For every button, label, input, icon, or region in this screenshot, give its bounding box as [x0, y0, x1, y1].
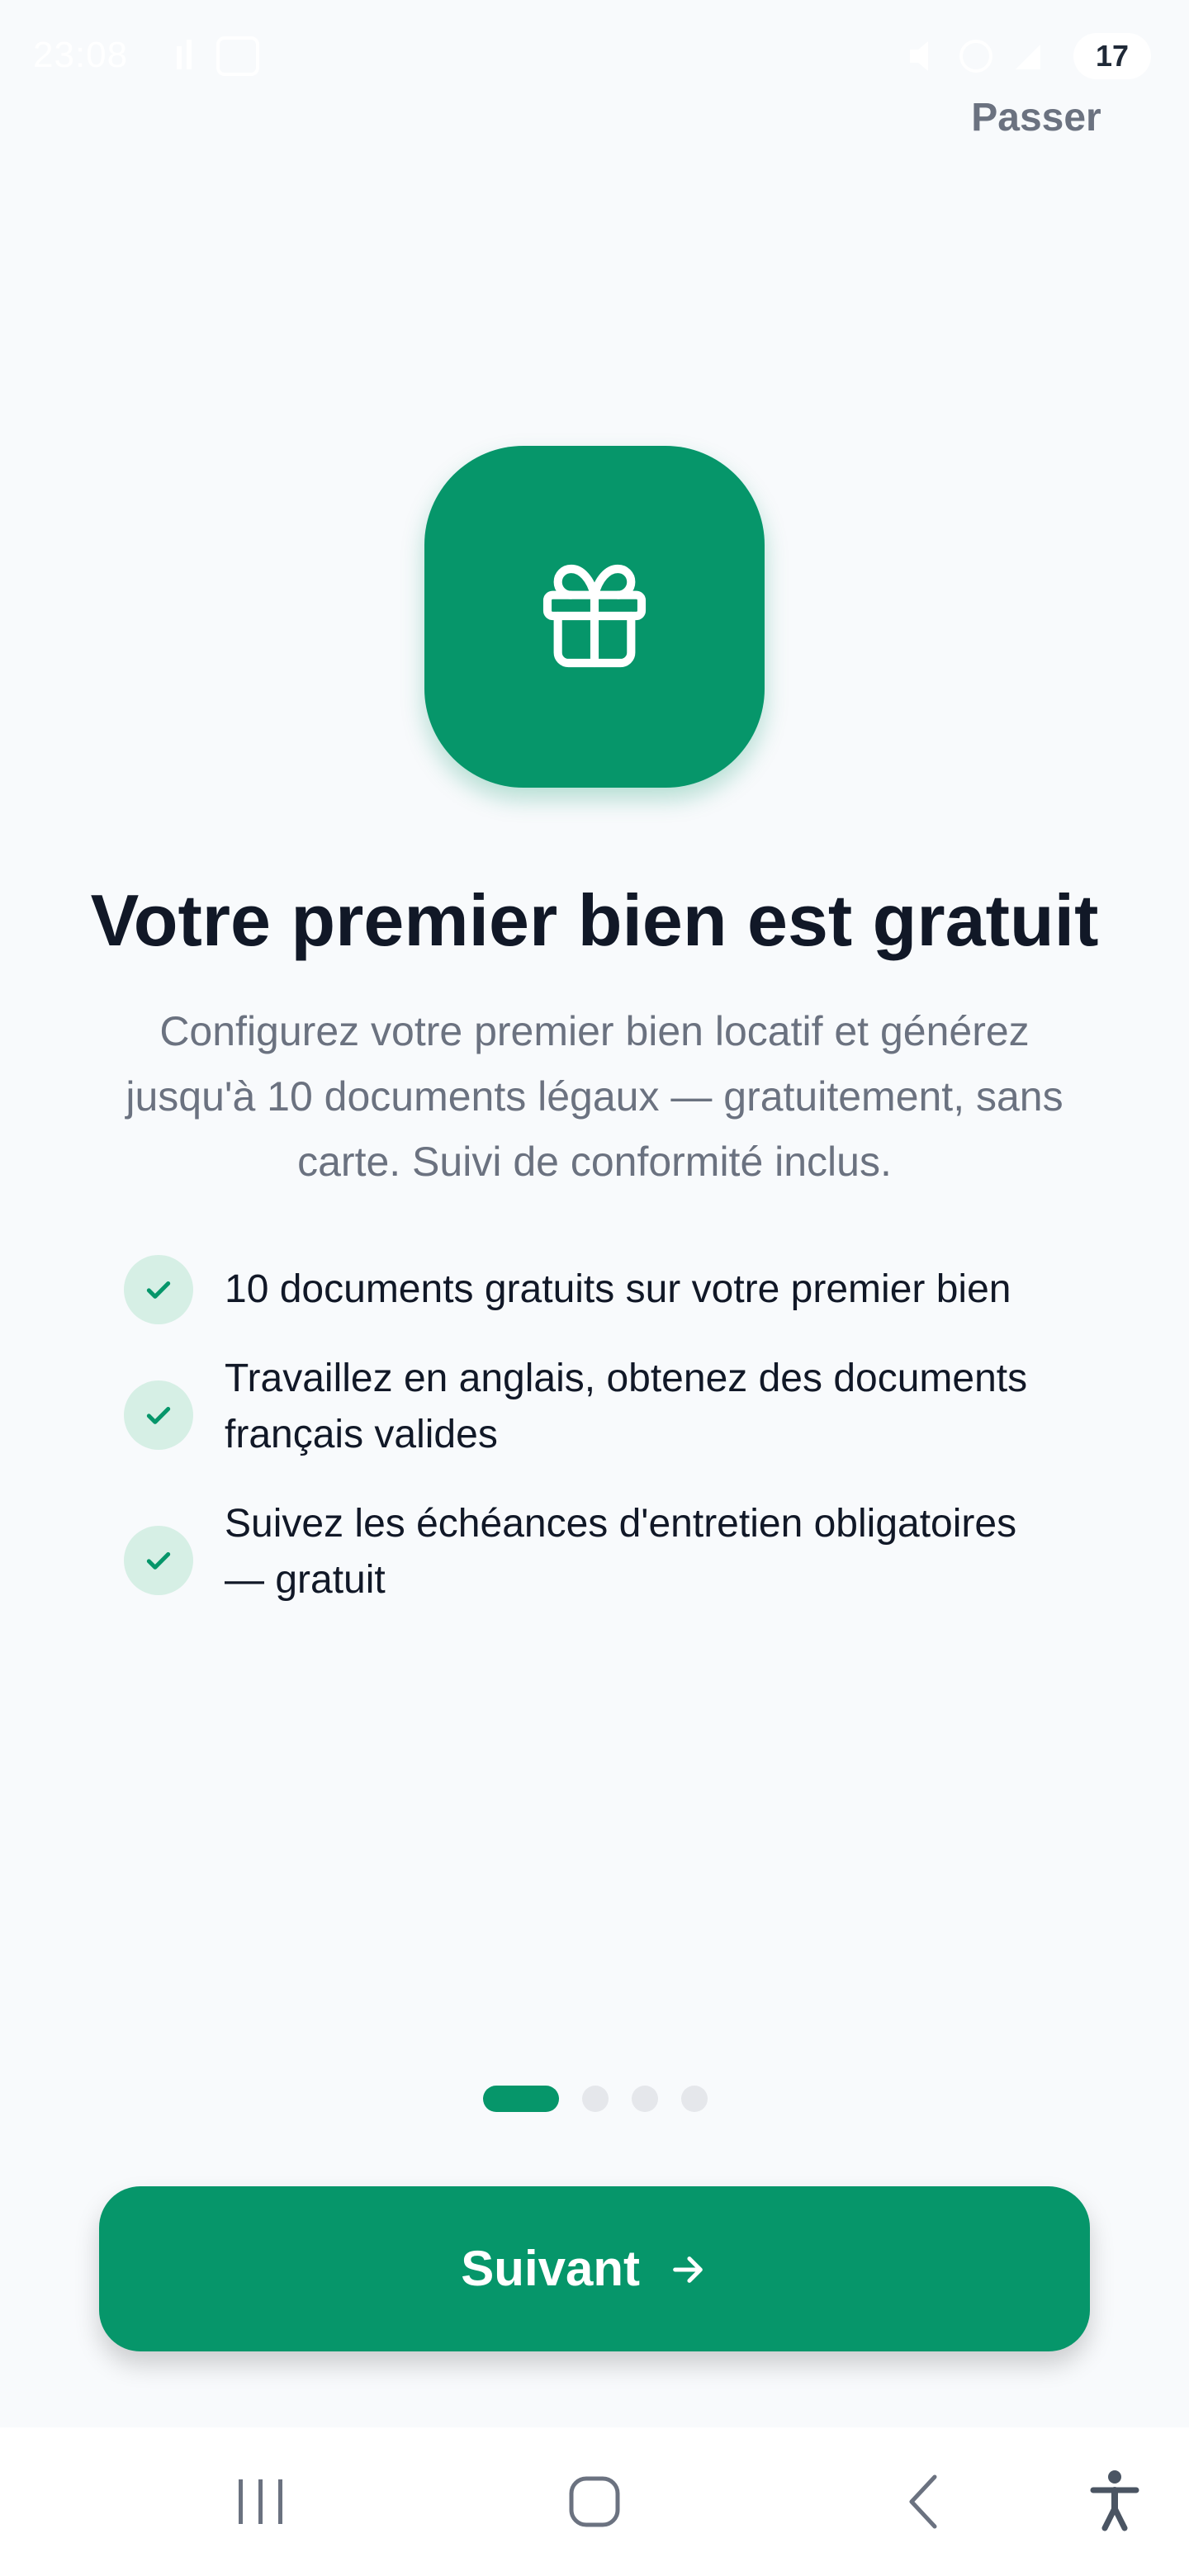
skip-button[interactable]: Passer — [950, 89, 1123, 147]
recents-button[interactable] — [211, 2452, 310, 2551]
notification-app-icon — [216, 36, 259, 76]
next-button-label: Suivant — [461, 2241, 640, 2296]
page-indicator — [483, 2086, 714, 2112]
page-dot[interactable] — [632, 2086, 658, 2112]
page-title: Votre premier bien est gratuit — [90, 879, 1099, 961]
check-icon — [146, 1281, 171, 1299]
onboarding-screen: 23:08 17 Passer Votre premier bien est g… — [0, 0, 1189, 2427]
signal-icon — [177, 40, 192, 69]
status-system-icons — [910, 40, 1040, 73]
page-dot-active[interactable] — [483, 2086, 559, 2112]
back-button[interactable] — [875, 2452, 974, 2551]
check-badge — [124, 1380, 193, 1450]
home-button[interactable] — [545, 2452, 644, 2551]
check-badge — [124, 1255, 193, 1324]
hero-icon-tile — [424, 446, 765, 788]
feature-text: 10 documents gratuits sur votre premier … — [225, 1267, 1011, 1311]
accessibility-button[interactable] — [1065, 2452, 1164, 2551]
page-description: Configurez votre premier bien locatif et… — [126, 1008, 1063, 1185]
home-icon — [569, 2476, 620, 2527]
check-badge — [124, 1526, 193, 1595]
back-icon — [909, 2474, 937, 2529]
gift-icon — [542, 564, 647, 668]
feature-text: Suivez les échéances d'entretien obligat… — [225, 1502, 1017, 1602]
status-time: 23:08 — [33, 35, 129, 75]
next-button[interactable]: Suivant — [99, 2186, 1090, 2351]
recents-icon — [239, 2479, 282, 2524]
battery-indicator: 17 — [1073, 33, 1151, 79]
feature-text: Travaillez en anglais, obtenez des docum… — [225, 1357, 1028, 1456]
check-icon — [146, 1407, 171, 1424]
arrow-right-icon — [673, 2256, 703, 2283]
check-icon — [146, 1552, 171, 1570]
system-nav-bar — [0, 2427, 1189, 2576]
page-dot[interactable] — [681, 2086, 708, 2112]
page-dot[interactable] — [582, 2086, 609, 2112]
accessibility-icon — [1090, 2470, 1139, 2531]
